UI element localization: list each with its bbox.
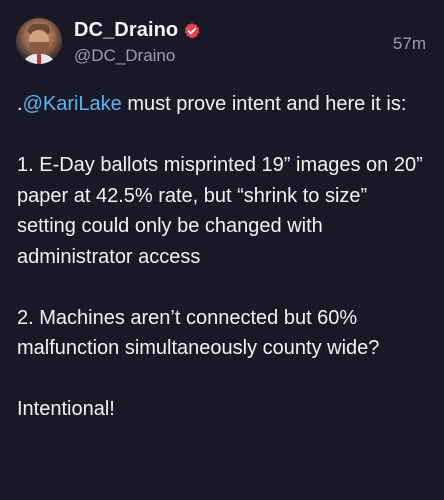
display-name[interactable]: DC_Draino [74,19,178,42]
mention-link[interactable]: @KariLake [23,93,122,115]
avatar[interactable] [16,18,62,64]
tweet-card: DC_Draino @DC_Draino 57m .@KariLake must… [0,0,444,500]
verified-badge-icon [183,22,201,40]
tweet-closing: Intentional! [17,398,115,420]
tweet-text: .@KariLake must prove intent and here it… [17,89,429,425]
tweet-point-1: 1. E-Day ballots misprinted 19” images o… [17,154,423,268]
intro-text: must prove intent and here it is: [121,93,407,115]
avatar-tie [37,54,41,64]
author-handle[interactable]: @DC_Draino [74,46,175,66]
tweet-point-2: 2. Machines aren’t connected but 60% mal… [17,306,380,360]
timestamp[interactable]: 57m [393,34,426,54]
tweet-intro: .@KariLake must prove intent and here it… [17,89,429,120]
author-name-row: DC_Draino [74,19,201,42]
